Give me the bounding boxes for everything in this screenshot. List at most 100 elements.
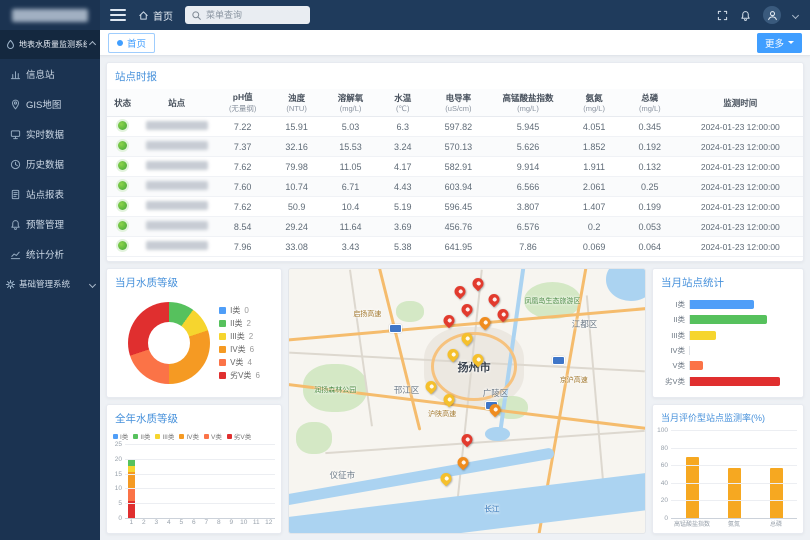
category-label: I类	[657, 299, 685, 310]
bar	[690, 377, 780, 386]
x-axis-line	[125, 518, 275, 519]
map-marker[interactable]	[458, 457, 469, 472]
legend-item[interactable]: II类	[133, 431, 150, 441]
map-marker[interactable]	[426, 381, 437, 396]
legend-item[interactable]: 劣V类6	[219, 370, 260, 382]
y-tick-label: 60	[661, 462, 668, 469]
value-cell: 5.03	[323, 117, 379, 137]
monitor-time-cell: 2024-01-23 12:00:00	[678, 217, 803, 237]
legend-label: II类	[230, 318, 242, 329]
sidebar-item-stat-analysis[interactable]: 统计分析	[0, 239, 100, 269]
pin-icon	[445, 347, 461, 363]
legend-item[interactable]: IV类6	[219, 344, 260, 356]
table-header-row: 状态站点pH值(无量纲)浊度(NTU)溶解氧(mg/L)水温(℃)电导率(uS/…	[107, 89, 803, 117]
value-cell: 4.17	[378, 157, 427, 177]
legend-item[interactable]: III类2	[219, 331, 260, 343]
month-quality-donut	[128, 302, 210, 384]
legend-item[interactable]: I类0	[219, 305, 260, 317]
status-cell	[107, 177, 138, 197]
sidebar-item-history-data[interactable]: 历史数据	[0, 149, 100, 179]
legend-item[interactable]: V类	[204, 431, 222, 441]
fullscreen-icon[interactable]	[717, 10, 728, 21]
legend-item[interactable]: 劣V类	[227, 431, 251, 441]
year-column	[238, 445, 251, 519]
pin-icon	[470, 275, 486, 291]
y-tick-label: 100	[657, 427, 668, 434]
rate-column	[713, 431, 755, 519]
station-name-redacted	[146, 161, 208, 170]
status-cell	[107, 197, 138, 217]
monitor-time-cell: 2024-01-23 12:00:00	[678, 237, 803, 257]
map-marker[interactable]	[462, 304, 473, 319]
map[interactable]: 扬州市邗江区广陵区江都区仪征市启扬高速沪陕高速京沪高速润扬森林公园凤凰岛生态旅游…	[288, 268, 646, 534]
map-marker[interactable]	[444, 315, 455, 330]
sidebar-item-alert-manage[interactable]: 预警管理	[0, 209, 100, 239]
gridline	[671, 483, 797, 484]
breadcrumb[interactable]: 首页	[138, 8, 173, 23]
value-cell: 1.852	[566, 137, 622, 157]
value-cell: 6.3	[378, 117, 427, 137]
map-marker[interactable]	[454, 286, 465, 301]
y-tick-label: 40	[661, 480, 668, 487]
map-marker[interactable]	[490, 404, 501, 419]
sidebar-menu: 信息站GIS地图实时数据历史数据站点报表预警管理统计分析	[0, 59, 100, 269]
map-marker[interactable]	[462, 434, 473, 449]
value-cell: 456.76	[427, 217, 490, 237]
pin-icon	[438, 471, 454, 487]
map-marker[interactable]	[462, 333, 473, 348]
sidebar-item-realtime-data[interactable]: 实时数据	[0, 119, 100, 149]
value-cell: 6.71	[323, 177, 379, 197]
map-marker[interactable]	[497, 309, 508, 324]
map-marker[interactable]	[488, 294, 499, 309]
stacked-bar	[190, 445, 197, 519]
stacked-bar	[140, 445, 147, 519]
legend-item[interactable]: III类	[155, 431, 174, 441]
legend-item[interactable]: IV类	[179, 431, 199, 441]
bell-icon[interactable]	[740, 10, 751, 21]
bar-track	[689, 300, 793, 309]
map-marker[interactable]	[444, 394, 455, 409]
station-name-redacted	[146, 121, 208, 130]
station-cell	[138, 117, 215, 137]
legend-item[interactable]: I类	[113, 431, 128, 441]
user-avatar[interactable]	[763, 6, 781, 24]
map-marker[interactable]	[472, 354, 483, 369]
map-marker[interactable]	[479, 317, 490, 332]
station-table: 状态站点pH值(无量纲)浊度(NTU)溶解氧(mg/L)水温(℃)电导率(uS/…	[107, 89, 803, 257]
sidebar-item-gis-map[interactable]: GIS地图	[0, 89, 100, 119]
left-column: 当月水质等级 I类0II类2III类2IV类6V类4劣V类6 全年水质等级 I类…	[106, 268, 282, 534]
category-label: V类	[657, 360, 685, 371]
menu-search-input[interactable]	[206, 10, 304, 20]
sidebar-toggle-button[interactable]	[110, 9, 126, 21]
rate-column	[755, 431, 797, 519]
more-button[interactable]: 更多	[757, 33, 802, 53]
sidebar-item-station-report[interactable]: 站点报表	[0, 179, 100, 209]
menu-search[interactable]	[185, 6, 310, 24]
legend-item[interactable]: V类4	[219, 357, 260, 369]
pin-icon	[441, 312, 457, 328]
map-label-park: 凤凰岛生态旅游区	[524, 296, 580, 306]
y-axis: 020406080100	[657, 431, 671, 519]
column-name: 总磷	[623, 92, 677, 104]
column-header: 氨氮(mg/L)	[566, 89, 622, 117]
legend-swatch	[179, 434, 184, 439]
sidebar-section-water-system[interactable]: 地表水质量监测系统	[0, 30, 100, 59]
map-marker[interactable]	[440, 473, 451, 488]
table-row: 7.9633.083.435.38641.957.860.0690.064202…	[107, 237, 803, 257]
caret-down-icon[interactable]	[792, 11, 799, 18]
year-column	[213, 445, 226, 519]
map-marker[interactable]	[472, 278, 483, 293]
legend-value: 6	[255, 371, 259, 380]
tab-home[interactable]: 首页	[108, 33, 155, 53]
map-marker[interactable]	[447, 349, 458, 364]
value-cell: 8.54	[215, 217, 271, 237]
value-cell: 9.914	[490, 157, 567, 177]
sidebar-item-info-station[interactable]: 信息站	[0, 59, 100, 89]
road-shield	[552, 356, 565, 365]
column-name: 站点	[139, 97, 214, 109]
legend-item[interactable]: II类2	[219, 318, 260, 330]
x-tick-label: 9	[225, 519, 238, 529]
lower-grid: 当月水质等级 I类0II类2III类2IV类6V类4劣V类6 全年水质等级 I类…	[106, 268, 804, 534]
value-cell: 11.64	[323, 217, 379, 237]
sidebar-section-base-system[interactable]: 基础管理系统	[0, 269, 100, 299]
